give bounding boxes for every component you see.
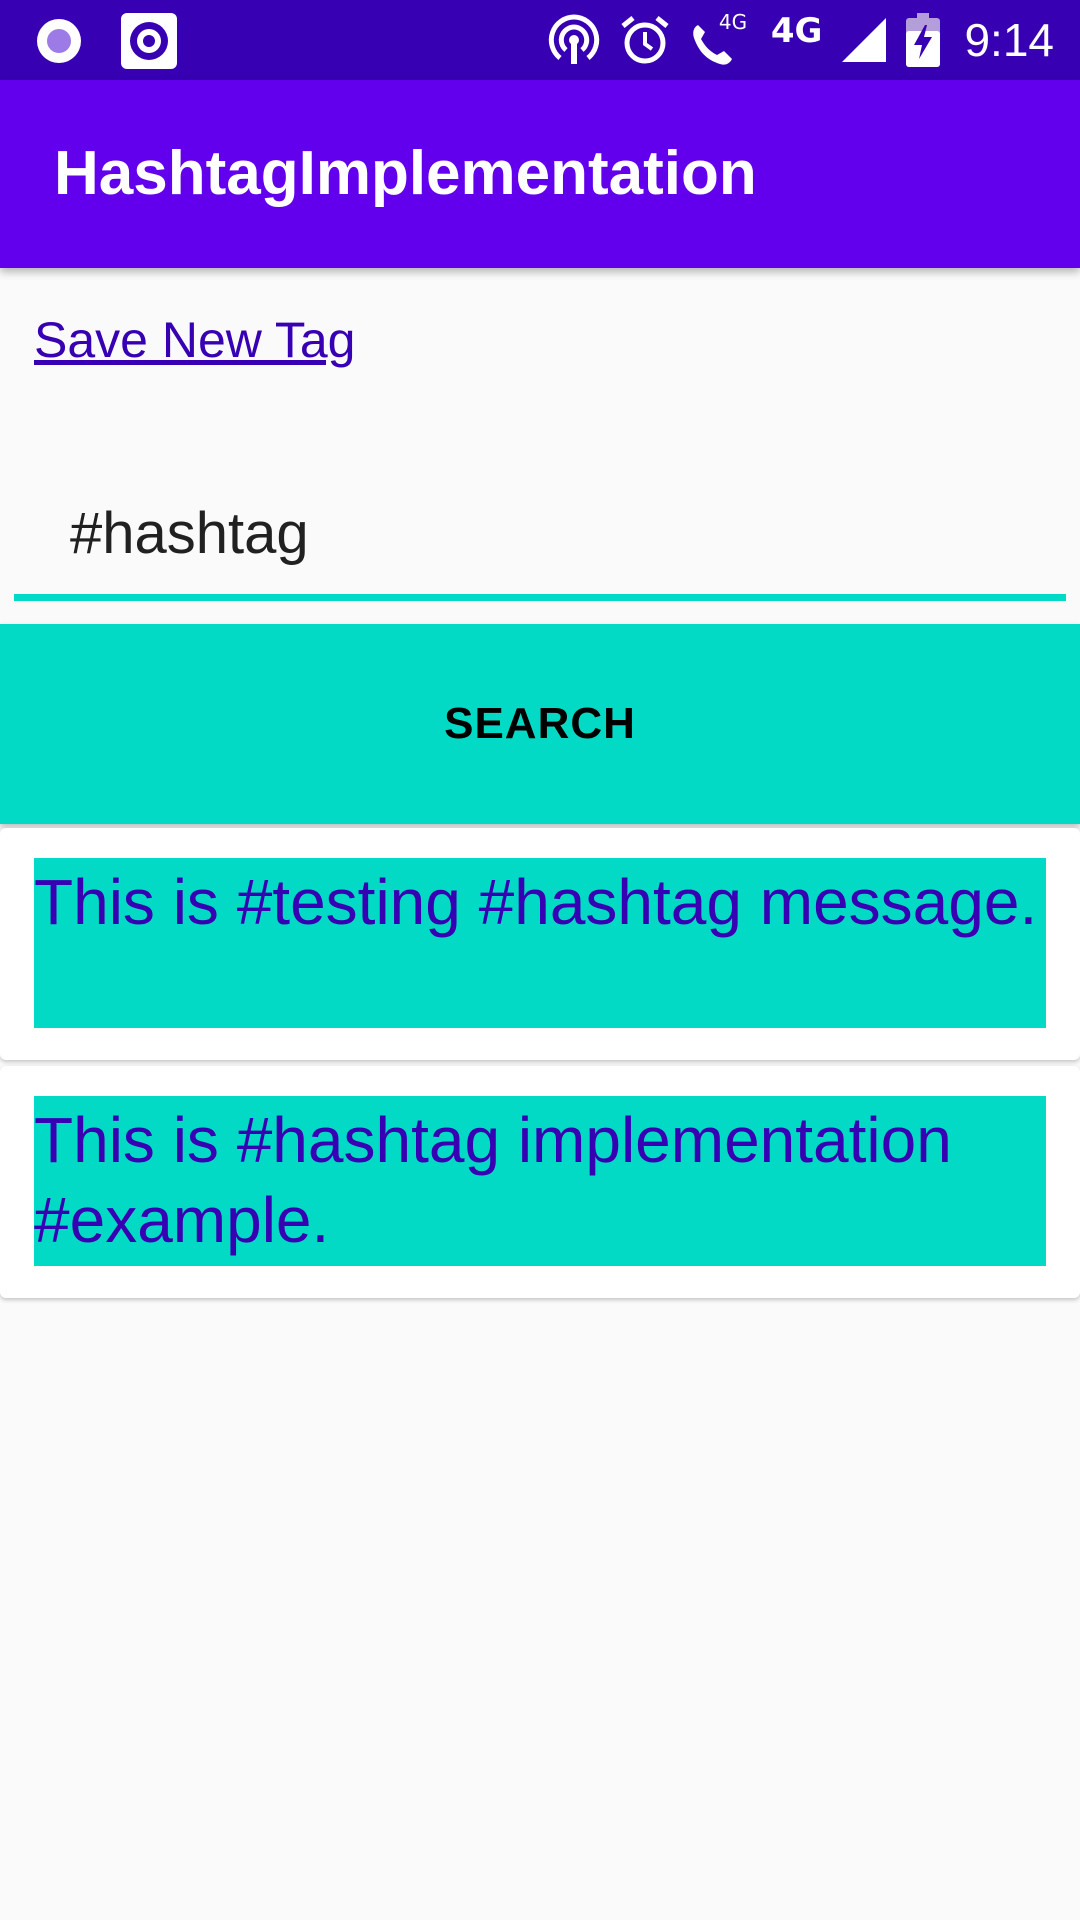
alarm-icon: [621, 16, 669, 64]
hotspot-icon: [548, 14, 600, 64]
status-bar-system-icons: 4G 4G 9:14: [547, 0, 1054, 80]
message-card[interactable]: This is #hashtag implementation #example…: [0, 1066, 1080, 1298]
search-button[interactable]: SEARCH: [0, 624, 1080, 824]
hashtag-input[interactable]: [14, 470, 1066, 596]
signal-icon: [842, 18, 887, 62]
app-title: HashtagImplementation: [54, 139, 757, 208]
app-bar: HashtagImplementation: [0, 80, 1080, 268]
volte-call-icon: 4G: [689, 10, 753, 70]
input-underline: [14, 594, 1066, 601]
status-bar-notifications: [34, 13, 178, 69]
volte-label: 4G: [718, 10, 748, 34]
clock: 9:14: [964, 14, 1054, 66]
message-text: This is #testing #hashtag message.: [34, 858, 1046, 1028]
battery-charging-icon: [906, 13, 941, 67]
network-4g-label: 4G: [770, 11, 823, 51]
message-text: This is #hashtag implementation #example…: [34, 1096, 1046, 1266]
radio-app-icon: [37, 19, 81, 63]
save-new-tag-link[interactable]: Save New Tag: [34, 310, 355, 370]
status-bar: 4G 4G 9:14: [0, 0, 1080, 80]
message-card[interactable]: This is #testing #hashtag message.: [0, 828, 1080, 1060]
hashtag-input-container: [14, 470, 1066, 602]
circle-app-icon: [121, 13, 177, 69]
